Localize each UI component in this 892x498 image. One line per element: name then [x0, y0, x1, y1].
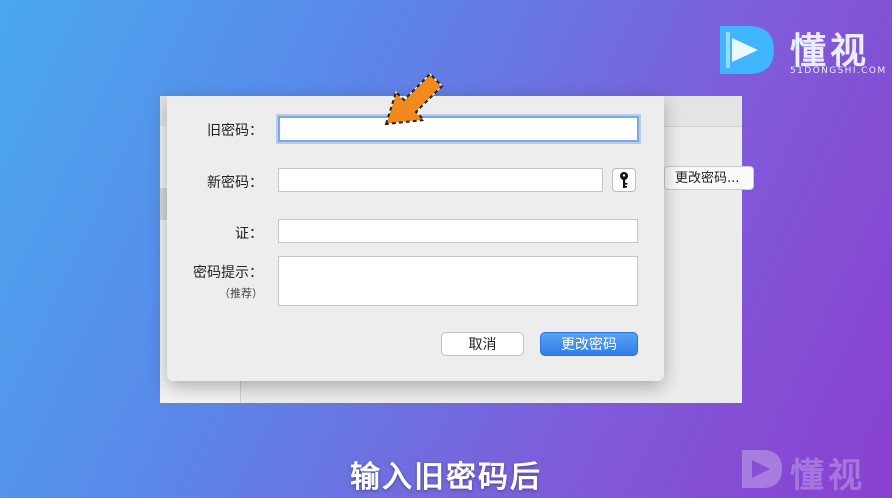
password-assistant-button[interactable] — [612, 168, 636, 192]
old-password-field[interactable] — [278, 116, 639, 142]
change-password-sheet: 旧密码： 新密码： 证： 密码提示： （推荐） 取消 更改密码 — [167, 96, 664, 381]
verify-password-field[interactable] — [278, 219, 638, 243]
play-logo-icon — [720, 26, 774, 74]
key-icon — [620, 172, 628, 188]
old-password-label: 旧密码： — [207, 123, 263, 139]
logo-subtext: 51DONGSHI.COM — [790, 66, 887, 76]
orange-arrow-icon — [384, 72, 444, 126]
cancel-button[interactable]: 取消 — [441, 332, 524, 356]
new-password-label: 新密码： — [207, 175, 263, 191]
verify-label: 证： — [235, 226, 263, 242]
password-hint-label: 密码提示： — [193, 265, 263, 281]
watermark-logo: 懂视 — [738, 446, 888, 496]
password-hint-field[interactable] — [278, 256, 638, 306]
password-hint-recommended-label: （推荐） — [219, 287, 263, 300]
watermark-play-icon — [742, 450, 782, 488]
watermark-text: 懂视 — [790, 456, 866, 496]
change-password-button[interactable]: 更改密码 — [540, 332, 638, 356]
brand-logo: 懂视 51DONGSHI.COM — [714, 20, 885, 82]
change-password-button-background[interactable]: 更改密码... — [664, 166, 754, 190]
new-password-field[interactable] — [278, 168, 603, 192]
